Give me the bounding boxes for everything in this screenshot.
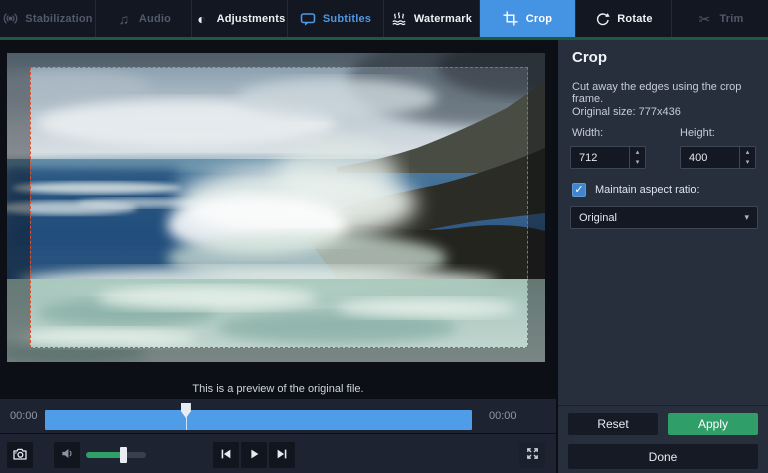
panel-footer: Reset Apply Done [558, 405, 768, 473]
crop-frame[interactable] [30, 67, 528, 348]
watermark-icon [391, 11, 407, 27]
height-stepper-down[interactable]: ▾ [740, 158, 755, 169]
stabilization-icon [2, 11, 18, 27]
panel-title: Crop [572, 49, 607, 66]
tab-label: Rotate [617, 13, 652, 25]
tab-rotate[interactable]: Rotate [576, 0, 672, 37]
tab-trim[interactable]: ✂ Trim [672, 0, 768, 37]
subtitles-icon [300, 11, 316, 27]
crop-icon [503, 11, 519, 27]
previous-frame-icon [219, 447, 233, 464]
width-stepper-up[interactable]: ▴ [630, 147, 645, 158]
transport-controls [0, 433, 556, 473]
rotate-icon [594, 11, 610, 27]
preview-caption: This is a preview of the original file. [0, 383, 556, 395]
maintain-aspect-label: Maintain aspect ratio: [595, 184, 700, 196]
tab-label: Audio [139, 13, 171, 25]
adjustments-icon: ◐ [194, 11, 210, 27]
tab-label: Adjustments [217, 13, 286, 25]
play-button[interactable] [241, 442, 267, 468]
maintain-aspect-checkbox[interactable]: ✓ [572, 183, 586, 197]
total-time: 00:00 [489, 410, 517, 422]
trim-scissors-icon: ✂ [696, 11, 712, 27]
tab-adjustments[interactable]: ◐ Adjustments [192, 0, 288, 37]
fullscreen-icon [525, 446, 540, 464]
volume-slider[interactable] [86, 452, 146, 458]
video-preview-zone: This is a preview of the original file. [0, 40, 556, 398]
chevron-down-icon: ▾ [744, 212, 749, 223]
tab-audio[interactable]: ♫ Audio [96, 0, 192, 37]
seek-bar[interactable] [45, 410, 472, 430]
aspect-ratio-value: Original [579, 212, 617, 224]
audio-icon: ♫ [116, 11, 132, 27]
tab-crop[interactable]: Crop [480, 0, 576, 37]
volume-fill [86, 452, 123, 458]
done-button[interactable]: Done [568, 444, 758, 469]
fullscreen-button[interactable] [519, 442, 545, 468]
play-icon [247, 447, 261, 464]
crop-panel: Crop Cut away the edges using the crop f… [556, 40, 768, 473]
panel-description: Cut away the edges using the crop frame. [572, 81, 758, 105]
tab-label: Trim [719, 13, 743, 25]
tab-label: Stabilization [25, 13, 92, 25]
reset-button[interactable]: Reset [568, 413, 658, 435]
next-frame-button[interactable] [269, 442, 295, 468]
snapshot-button[interactable] [7, 442, 33, 468]
video-frame [7, 53, 545, 362]
width-input[interactable] [571, 147, 629, 168]
timeline-playhead[interactable] [181, 403, 191, 418]
width-label: Width: [572, 127, 603, 139]
original-size-label: Original size: 777x436 [572, 106, 681, 118]
height-stepper-up[interactable]: ▴ [740, 147, 755, 158]
height-input[interactable] [681, 147, 739, 168]
speaker-icon [60, 446, 75, 464]
camera-icon [12, 446, 28, 465]
volume-button[interactable] [54, 442, 80, 468]
tab-watermark[interactable]: Watermark [384, 0, 480, 37]
width-field: ▴ ▾ [570, 146, 646, 169]
tab-label: Subtitles [323, 13, 371, 25]
tab-label: Watermark [414, 13, 472, 25]
next-frame-icon [275, 447, 289, 464]
playhead-line [186, 417, 187, 430]
tab-label: Crop [526, 13, 552, 25]
height-stepper: ▴ ▾ [739, 147, 755, 168]
timeline-row: 00:00 00:00 [0, 398, 556, 433]
width-stepper: ▴ ▾ [629, 147, 645, 168]
apply-button[interactable]: Apply [668, 413, 758, 435]
elapsed-time: 00:00 [10, 410, 38, 422]
tab-subtitles[interactable]: Subtitles [288, 0, 384, 37]
tab-stabilization[interactable]: Stabilization [0, 0, 96, 37]
toolbar: Stabilization ♫ Audio ◐ Adjustments Subt… [0, 0, 768, 40]
aspect-ratio-select[interactable]: Original ▾ [570, 206, 758, 229]
volume-handle[interactable] [120, 447, 127, 463]
width-stepper-down[interactable]: ▾ [630, 158, 645, 169]
height-label: Height: [680, 127, 715, 139]
app-window: Stabilization ♫ Audio ◐ Adjustments Subt… [0, 0, 768, 473]
maintain-aspect-row: ✓ Maintain aspect ratio: [572, 183, 700, 197]
height-field: ▴ ▾ [680, 146, 756, 169]
previous-frame-button[interactable] [213, 442, 239, 468]
toolbar-tabs: Stabilization ♫ Audio ◐ Adjustments Subt… [0, 0, 768, 37]
